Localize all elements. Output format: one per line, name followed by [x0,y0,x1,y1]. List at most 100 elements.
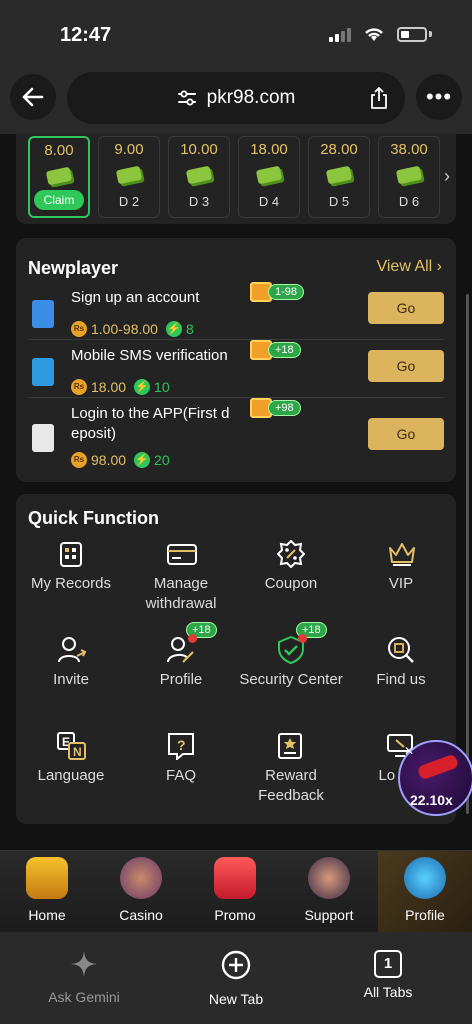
phone-shield-icon [32,358,54,386]
site-settings-icon [177,90,196,106]
game-bubble[interactable]: ✕ 22.10x [398,740,472,816]
go-button[interactable]: Go [368,350,444,382]
status-time: 12:47 [60,24,112,46]
chevron-right-icon: › [436,258,442,275]
day-cell-5[interactable]: 28.00 D 5 [308,136,370,218]
plane-icon [416,753,460,781]
gift-reward: +18 [250,340,301,360]
more-options-button[interactable]: ••• [416,74,462,120]
day-cell-2[interactable]: 9.00 D 2 [98,136,160,218]
clipboard-icon [32,300,54,328]
cash-icon [115,165,143,185]
cash-icon [325,165,353,185]
security-center-button[interactable]: +18 Security Center [236,622,346,690]
task-signup: Sign up an account 1-98 Rs 1.00-98.00 ⚡ … [28,282,444,340]
newplayer-card: Newplayer View All › Sign up an account … [16,238,456,482]
quick-function-title: Quick Function [28,508,160,528]
scrollbar[interactable] [466,294,469,814]
svg-text:N: N [73,745,82,759]
slot-777-icon [26,857,68,899]
tab-promo[interactable]: Promo [188,851,282,933]
phone-login-icon [32,424,54,452]
chevron-right-icon[interactable]: › [444,166,450,187]
faq-button[interactable]: ? FAQ [126,732,236,786]
task-reward: Rs 1.00-98.00 ⚡ 8 [71,321,194,337]
task-reward: Rs 98.00 ⚡ 20 [71,452,170,468]
quick-function-card: Quick Function My Records Manage withdra… [16,494,456,824]
bolt-icon: ⚡ [134,379,151,395]
tab-casino[interactable]: Casino [94,851,188,933]
all-tabs-button[interactable]: 1 All Tabs [328,950,448,1000]
feedback-icon [277,732,305,760]
user-avatar-icon [404,857,446,899]
cash-icon [395,165,423,185]
more-dots-icon: ••• [425,84,453,109]
bolt-icon: ⚡ [134,452,151,468]
my-records-button[interactable]: My Records [16,540,126,594]
sparkle-icon [71,951,97,977]
close-icon[interactable]: ✕ [404,744,414,758]
daily-reward-strip: 8.00 Claim 9.00 D 2 10.00 D 3 18.00 D 4 … [16,134,456,224]
day-cell-3[interactable]: 10.00 D 3 [168,136,230,218]
page-content: 8.00 Claim 9.00 D 2 10.00 D 3 18.00 D 4 … [0,134,472,850]
day-cell-6[interactable]: 38.00 D 6 [378,136,440,218]
cash-icon [45,166,73,186]
ask-gemini-button[interactable]: Ask Gemini [24,950,144,1005]
records-icon [57,540,85,568]
tab-home[interactable]: Home [0,851,94,933]
svg-text:?: ? [177,737,186,753]
url-text: pkr98.com [206,87,296,108]
cash-icon [185,165,213,185]
browser-url-row: pkr98.com ••• [0,70,472,134]
go-button[interactable]: Go [368,292,444,324]
new-tab-button[interactable]: New Tab [176,950,296,1007]
status-icons [329,26,432,42]
gift-icon [214,857,256,899]
profile-button[interactable]: +18 Profile [126,622,236,690]
task-reward: Rs 18.00 ⚡ 10 [71,379,170,395]
notification-dot [298,634,307,643]
invite-button[interactable]: Invite [16,636,126,690]
cash-icon [255,165,283,185]
crown-icon [387,540,415,568]
back-arrow-icon [22,87,44,107]
view-all-link[interactable]: View All › [376,258,442,276]
find-icon [387,636,415,664]
rupee-coin-icon: Rs [71,452,87,468]
manage-withdrawal-button[interactable]: Manage withdrawal [126,540,236,614]
back-button[interactable] [10,74,56,120]
go-button[interactable]: Go [368,418,444,450]
signal-icon [329,26,351,42]
language-icon: EN [57,732,86,760]
support-agent-icon [308,857,350,899]
gift-reward: +98 [250,398,301,418]
day-cell-1[interactable]: 8.00 Claim [28,136,90,218]
language-button[interactable]: EN Language [16,732,126,786]
tab-support[interactable]: Support [282,851,376,933]
shield-icon [277,634,307,665]
plus-circle-icon [221,950,251,980]
app-tab-bar: Home Casino Promo Support Profile [0,850,472,933]
day-cell-4[interactable]: 18.00 D 4 [238,136,300,218]
battery-icon [397,26,427,42]
address-bar[interactable]: pkr98.com [67,72,405,124]
profile-edit-icon [167,634,197,664]
share-icon[interactable] [369,86,389,110]
rupee-coin-icon: Rs [71,321,87,337]
task-sms: Mobile SMS verification +18 Rs 18.00 ⚡ 1… [28,340,444,398]
coupon-icon [276,539,306,569]
status-bar: 12:47 [0,0,472,70]
find-us-button[interactable]: Find us [346,636,456,690]
notification-dot [188,634,197,643]
rupee-coin-icon: Rs [71,379,87,395]
question-icon: ? [167,732,195,762]
tab-profile[interactable]: Profile [378,851,472,933]
browser-toolbar: Ask Gemini New Tab 1 All Tabs [0,932,472,1024]
card-icon [167,540,197,568]
coupon-button[interactable]: Coupon [236,539,346,594]
vip-button[interactable]: VIP [346,540,456,594]
reward-feedback-button[interactable]: Reward Feedback [236,732,346,806]
gift-reward: 1-98 [250,282,305,302]
wifi-icon [365,28,383,41]
claim-button[interactable]: Claim [34,190,84,210]
